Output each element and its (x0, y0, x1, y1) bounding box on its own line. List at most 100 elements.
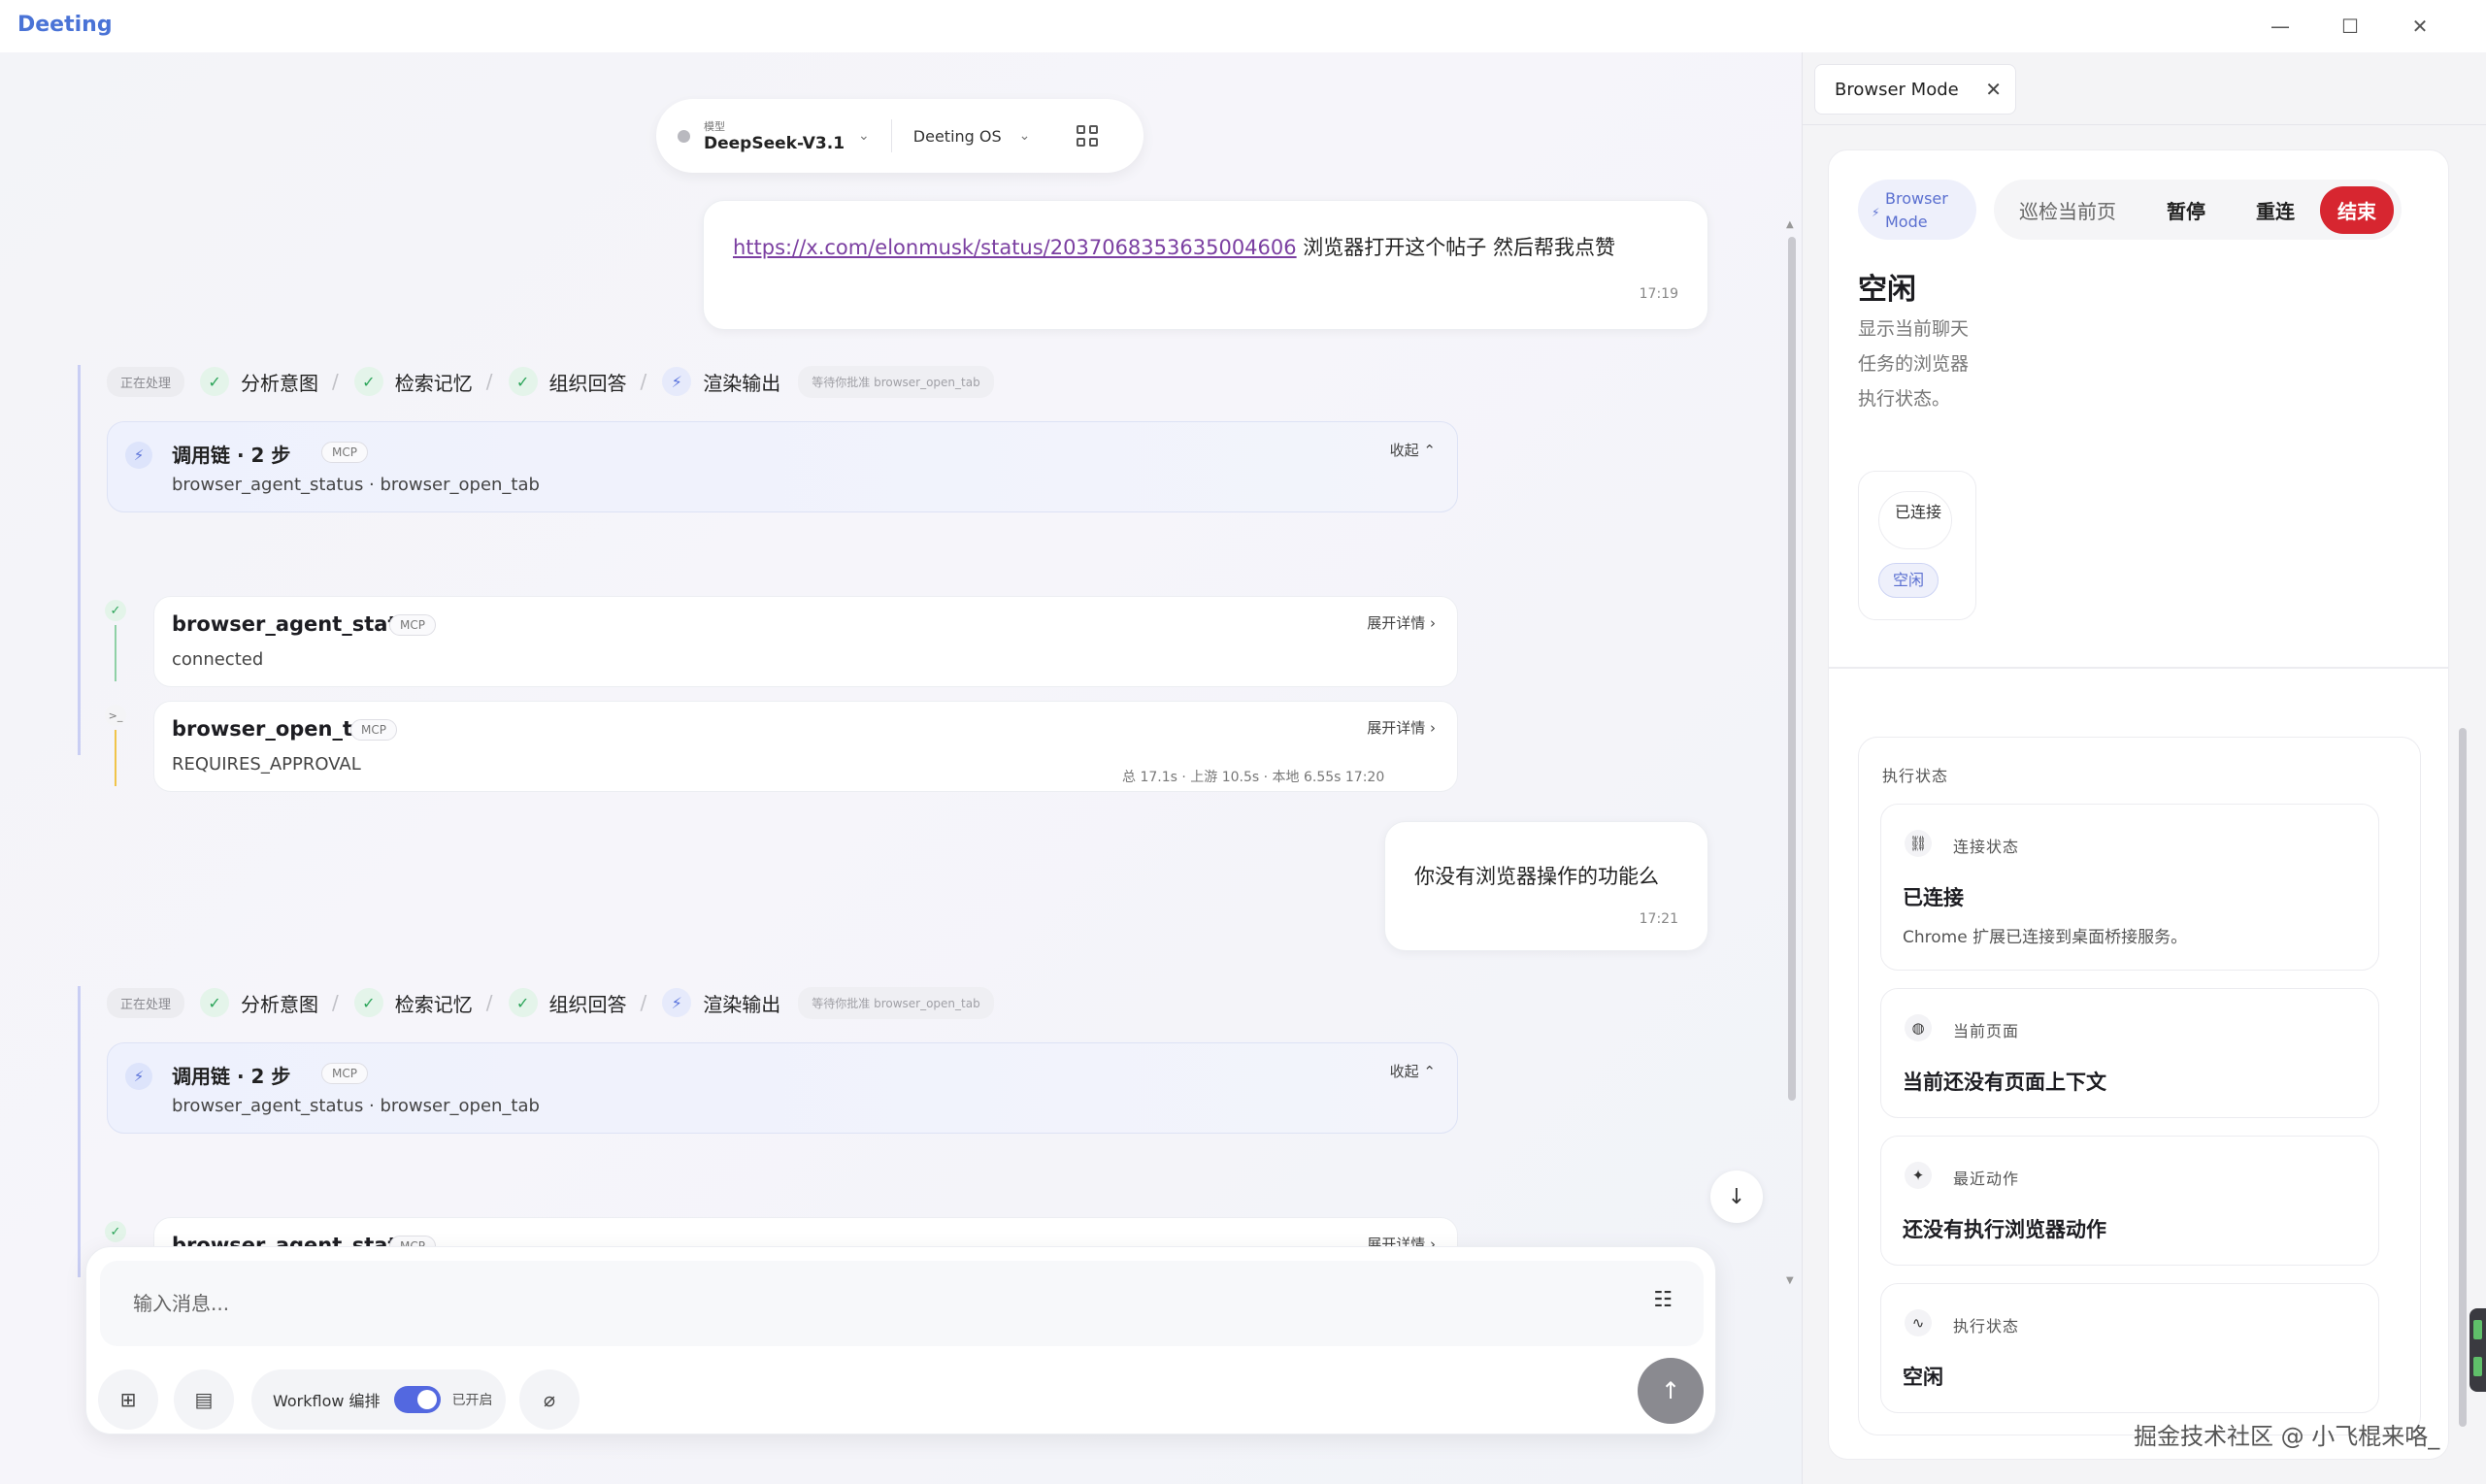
browser-mode-pill: ⚡ Browser Mode (1858, 180, 1976, 240)
collapse-button[interactable]: 收起 ⌃ (1390, 1061, 1436, 1081)
terminal-icon: >_ (105, 705, 126, 726)
message-text: https://x.com/elonmusk/status/2037068353… (733, 232, 1615, 261)
chain-title: 调用链 · 2 步 (172, 1065, 291, 1088)
step-retrieve: ✓ 检索记忆 (353, 367, 473, 396)
settings-sliders-icon[interactable]: ☷ (1653, 1288, 1673, 1312)
model-name: DeepSeek-V3.1 (704, 134, 845, 153)
model-caption: 模型 (704, 120, 725, 133)
scroll-up-icon[interactable]: ▲ (1786, 219, 1794, 230)
collapse-button[interactable]: 收起 ⌃ (1390, 440, 1436, 460)
model-select[interactable]: 模型 DeepSeek-V3.1 (704, 118, 845, 153)
tab-browser-mode[interactable]: Browser Mode ✕ (1814, 64, 2016, 115)
reconnect-button[interactable]: 重连 (2231, 196, 2320, 224)
browser-controls: 巡检当前页 暂停 重连 结束 (1994, 180, 2402, 240)
bolt-icon: ⚡ (125, 442, 152, 469)
end-button[interactable]: 结束 (2320, 185, 2394, 234)
watermark: 掘金技术社区 @ 小飞棍来咯_ (2134, 1423, 2440, 1450)
tool-name: browser_open_tab (172, 717, 381, 741)
check-icon: ✓ (200, 988, 230, 1017)
minimize-button[interactable]: — (2258, 8, 2303, 45)
close-icon[interactable]: ✕ (1985, 78, 2002, 101)
activity-icon: ∿ (1905, 1309, 1932, 1336)
workflow-label: Workflow 编排 (273, 1392, 381, 1410)
message-link[interactable]: https://x.com/elonmusk/status/2037068353… (733, 236, 1297, 259)
user-message: https://x.com/elonmusk/status/2037068353… (703, 200, 1708, 330)
exec-label: 当前页面 (1953, 1022, 2020, 1040)
chain-subtitle: browser_agent_status · browser_open_tab (172, 1096, 540, 1116)
pause-button[interactable]: 暂停 (2141, 196, 2231, 224)
chevron-down-icon[interactable]: ⌄ (858, 128, 870, 144)
progress-steps: 正在处理 ✓ 分析意图 / ✓ 检索记忆 / ✓ 组织回答 / ⚡ 渲染输出 等待你批准… (107, 986, 994, 1019)
exec-item-state: ∿ 执行状态 空闲 (1880, 1283, 2379, 1413)
chat-scrollbar[interactable]: ▲ ▼ (1786, 179, 1796, 1295)
tool-card: browser_agent_status MCP connected 展开详情 … (153, 596, 1458, 687)
browser-status-card: ⚡ Browser Mode 巡检当前页 暂停 重连 结束 空闲 显示当前聊天任… (1828, 149, 2449, 1460)
step-render: ⚡ 渲染输出 (662, 367, 780, 396)
model-selector-bar: 模型 DeepSeek-V3.1 ⌄ Deeting OS ⌄ (656, 99, 1144, 173)
send-button[interactable]: ↑ (1638, 1358, 1704, 1424)
os-select[interactable]: Deeting OS (913, 127, 1002, 146)
panel-scrollbar[interactable] (2459, 712, 2467, 1450)
tool-status: REQUIRES_APPROVAL (172, 754, 361, 775)
step-analyze: ✓ 分析意图 (200, 367, 318, 396)
check-icon: ✓ (105, 1221, 126, 1242)
connected-badge: 已连接 (1878, 491, 1952, 549)
maximize-button[interactable]: ☐ (2328, 8, 2372, 45)
scroll-down-icon[interactable]: ▼ (1786, 1275, 1794, 1286)
exec-value: 空闲 (1903, 1366, 1943, 1389)
run-meta: 总 17.1s · 上游 10.5s · 本地 6.55s 17:20 (1122, 770, 1385, 785)
side-dock-handle[interactable] (2469, 1308, 2486, 1392)
exec-item-action: ✦ 最近动作 还没有执行浏览器动作 (1880, 1136, 2379, 1266)
step-compose: ✓ 组织回答 (508, 367, 627, 396)
chevron-down-icon[interactable]: ⌄ (1019, 128, 1031, 144)
execution-status-box: 执行状态 ⛓ 连接状态 已连接 Chrome 扩展已连接到桌面桥接服务。 ◍ 当… (1858, 737, 2421, 1435)
document-icon[interactable]: ▤ (174, 1369, 234, 1430)
close-window-button[interactable]: ✕ (2398, 8, 2442, 45)
check-icon: ✓ (200, 367, 230, 396)
workflow-toggle-group: Workflow 编排 已开启 (251, 1369, 506, 1430)
message-input[interactable] (100, 1261, 1704, 1346)
status-pill: 正在处理 (107, 987, 185, 1018)
workflow-state: 已开启 (451, 1393, 493, 1408)
title-bar: Deeting — ☐ ✕ (0, 0, 2486, 52)
approval-pill: 等待你批准 browser_open_tab (798, 365, 994, 398)
exec-label: 连接状态 (1953, 838, 2020, 856)
mcp-badge: MCP (321, 442, 368, 463)
scrollbar-thumb[interactable] (2459, 728, 2467, 1427)
mcp-badge: MCP (321, 1063, 368, 1084)
scroll-to-bottom-button[interactable]: ↓ (1710, 1171, 1763, 1223)
check-icon: ✓ (353, 988, 383, 1017)
step-connector (115, 730, 116, 786)
scrollbar-thumb[interactable] (1788, 237, 1796, 1101)
divider (890, 119, 892, 152)
call-chain-card: ⚡ 调用链 · 2 步 MCP browser_agent_status · b… (107, 1042, 1458, 1134)
exec-title: 执行状态 (1882, 767, 1949, 785)
exec-label: 执行状态 (1953, 1317, 2020, 1336)
inspect-page-button[interactable]: 巡检当前页 (1994, 196, 2141, 224)
status-pill: 正在处理 (107, 366, 185, 397)
exec-value: 已连接 (1903, 886, 1964, 909)
exec-value: 当前还没有页面上下文 (1903, 1071, 2106, 1094)
run-rail (78, 365, 81, 755)
chat-area: 模型 DeepSeek-V3.1 ⌄ Deeting OS ⌄ https://… (0, 52, 1802, 1484)
message-body: 浏览器打开这个帖子 然后帮我点赞 (1296, 236, 1615, 259)
agent-run: 正在处理 ✓ 分析意图 / ✓ 检索记忆 / ✓ 组织回答 / ⚡ 渲染输出 等待你批准… (78, 986, 1475, 1308)
exec-item-connection: ⛓ 连接状态 已连接 Chrome 扩展已连接到桌面桥接服务。 (1880, 804, 2379, 971)
attachment-icon[interactable]: ⌀ (519, 1369, 580, 1430)
step-analyze: ✓ 分析意图 (200, 988, 318, 1017)
expand-details-button[interactable]: 展开详情 › (1367, 717, 1436, 738)
exec-item-page: ◍ 当前页面 当前还没有页面上下文 (1880, 988, 2379, 1118)
exec-value: 还没有执行浏览器动作 (1903, 1218, 2106, 1241)
approval-pill: 等待你批准 browser_open_tab (798, 986, 994, 1019)
step-retrieve: ✓ 检索记忆 (353, 988, 473, 1017)
bolt-icon: ⚡ (662, 367, 692, 396)
tab-label: Browser Mode (1835, 79, 1959, 100)
workflow-toggle[interactable] (393, 1386, 441, 1413)
new-chat-icon[interactable]: ⊞ (98, 1369, 158, 1430)
step-compose: ✓ 组织回答 (508, 988, 627, 1017)
model-status-dot (678, 129, 690, 143)
user-message: 你没有浏览器操作的功能么 17:21 (1384, 821, 1708, 951)
expand-details-button[interactable]: 展开详情 › (1367, 612, 1436, 633)
grid-icon[interactable] (1077, 125, 1099, 147)
message-text: 你没有浏览器操作的功能么 (1414, 865, 1659, 888)
